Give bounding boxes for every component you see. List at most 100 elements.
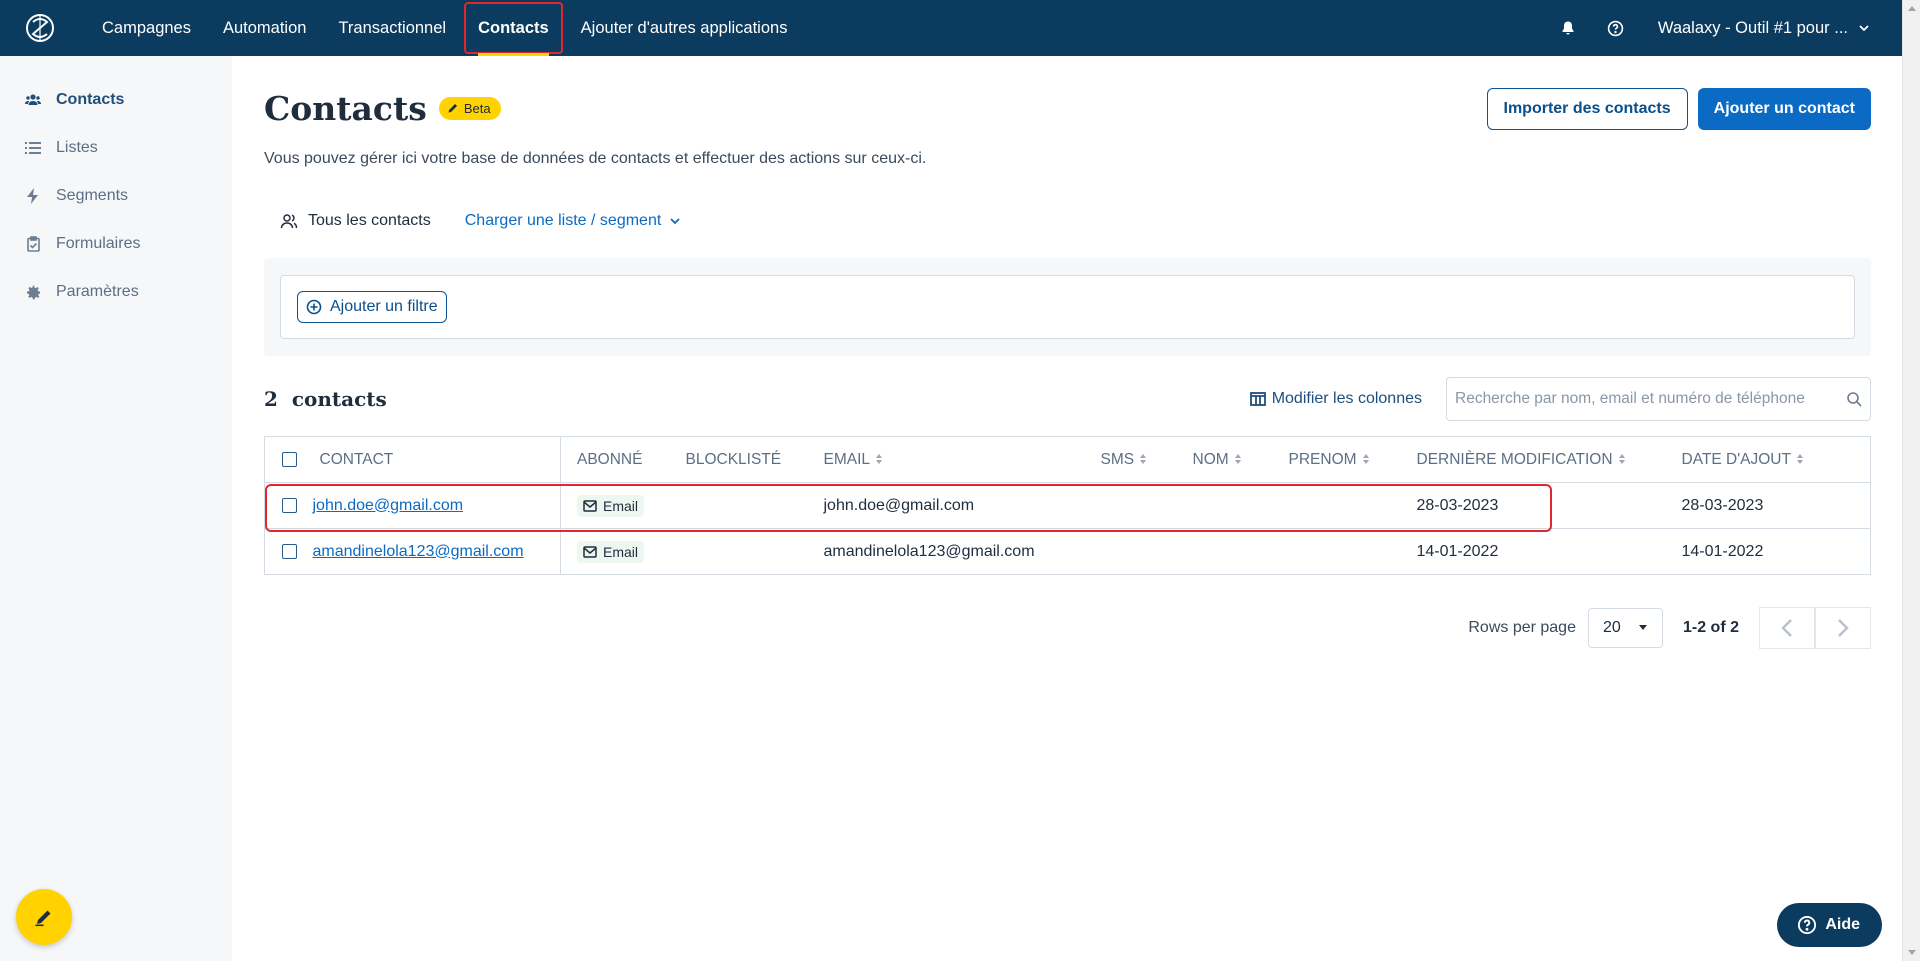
filter-panel: Ajouter un filtre	[264, 258, 1871, 356]
sort-icon	[1362, 454, 1369, 465]
help-circle-icon	[1798, 915, 1817, 935]
sms-cell	[1100, 482, 1193, 529]
contact-link[interactable]: amandinelola123@gmail.com	[313, 543, 524, 560]
import-contacts-button[interactable]: Importer des contacts	[1486, 88, 1688, 130]
col-nom-label: NOM	[1192, 450, 1229, 468]
account-menu[interactable]: Waalaxy - Outil #1 pour ...	[1658, 19, 1870, 38]
help-circle-icon[interactable]	[1606, 18, 1626, 38]
col-blockliste[interactable]: BLOCKLISTÉ	[685, 436, 824, 483]
col-abonne[interactable]: ABONNÉ	[560, 436, 686, 483]
sort-icon	[1234, 454, 1241, 465]
blockliste-cell	[685, 528, 824, 575]
subscribed-label: Email	[603, 497, 639, 514]
page-range: 1-2 of 2	[1682, 619, 1739, 636]
col-email[interactable]: EMAIL	[823, 436, 1101, 483]
users-outline-icon	[280, 214, 298, 229]
edit-fab-button[interactable]	[16, 889, 72, 945]
chevron-left-icon	[1781, 619, 1792, 637]
sidebar-item-formulaires[interactable]: Formulaires	[0, 220, 232, 268]
rows-per-page-select[interactable]: 20	[1587, 608, 1663, 648]
add-contact-button[interactable]: Ajouter un contact	[1697, 88, 1871, 130]
nav-transactionnel[interactable]: Transactionnel	[322, 0, 462, 56]
search-icon[interactable]	[1846, 391, 1862, 407]
col-date-ajout[interactable]: DATE D'AJOUT	[1681, 436, 1871, 483]
brevo-logo-icon[interactable]	[20, 8, 60, 48]
load-list-segment-dropdown[interactable]: Charger une liste / segment	[447, 212, 700, 230]
rows-per-page-label: Rows per page	[1468, 619, 1576, 636]
subscribed-label: Email	[603, 543, 639, 560]
users-icon	[24, 91, 42, 109]
search-input[interactable]	[1455, 390, 1846, 408]
help-label: Aide	[1825, 916, 1860, 933]
main-content: Contacts Beta Importer des contacts Ajou…	[264, 56, 1871, 649]
contact-source-tabs: Tous les contacts Charger une liste / se…	[264, 201, 1871, 241]
modify-columns-label: Modifier les colonnes	[1271, 390, 1422, 407]
add-filter-button[interactable]: Ajouter un filtre	[297, 291, 447, 323]
col-sms[interactable]: SMS	[1100, 436, 1193, 483]
nav-automation[interactable]: Automation	[207, 0, 322, 56]
page-nav	[1759, 607, 1871, 649]
row-checkbox[interactable]	[282, 543, 297, 559]
sort-icon	[1796, 454, 1803, 465]
table-row[interactable]: amandinelola123@gmail.com Email amandine…	[264, 528, 1871, 575]
caret-down-icon	[1638, 625, 1647, 630]
prenom-cell	[1288, 482, 1417, 529]
sidebar-item-label: Listes	[56, 139, 98, 156]
nav-add-apps[interactable]: Ajouter d'autres applications	[565, 0, 804, 56]
abonne-cell: Email	[560, 528, 686, 575]
next-page-button[interactable]	[1815, 607, 1871, 649]
prenom-cell	[1288, 528, 1417, 575]
scroll-down-arrow[interactable]	[1908, 950, 1916, 955]
nav-contacts[interactable]: Contacts	[462, 0, 565, 56]
sidebar-item-segments[interactable]: Segments	[0, 172, 232, 220]
col-added-label: DATE D'AJOUT	[1681, 450, 1791, 468]
pencil-icon	[35, 910, 51, 927]
select-all-checkbox[interactable]	[282, 451, 297, 467]
prev-page-button[interactable]	[1759, 607, 1815, 649]
help-button[interactable]: Aide	[1777, 903, 1882, 947]
col-nom[interactable]: NOM	[1192, 436, 1289, 483]
gear-icon	[24, 283, 42, 301]
bell-icon[interactable]	[1558, 18, 1578, 38]
filter-area: Ajouter un filtre	[280, 275, 1855, 339]
contact-link[interactable]: john.doe@gmail.com	[313, 497, 464, 514]
columns-icon	[1249, 392, 1266, 406]
col-email-label: EMAIL	[823, 450, 871, 468]
contact-cell: amandinelola123@gmail.com	[304, 528, 561, 575]
table-row[interactable]: john.doe@gmail.com Email john.doe@gmail.…	[264, 482, 1871, 529]
sidebar-item-listes[interactable]: Listes	[0, 124, 232, 172]
nav-campagnes[interactable]: Campagnes	[86, 0, 207, 56]
sidebar-item-parametres[interactable]: Paramètres	[0, 268, 232, 316]
contact-count-number: 2	[264, 387, 278, 411]
vertical-scrollbar[interactable]	[1902, 0, 1920, 961]
add-filter-label: Ajouter un filtre	[330, 298, 438, 315]
tab-all-contacts[interactable]: Tous les contacts	[264, 212, 447, 230]
row-select-cell	[264, 482, 305, 529]
contact-count-label: contacts	[291, 387, 387, 411]
chevron-down-icon	[670, 218, 680, 225]
sort-icon	[1618, 454, 1625, 465]
account-name: Waalaxy - Outil #1 pour ...	[1657, 18, 1848, 37]
chevron-right-icon	[1838, 619, 1849, 637]
scroll-up-arrow[interactable]	[1908, 6, 1916, 11]
abonne-cell: Email	[560, 482, 686, 529]
col-contact[interactable]: CONTACT	[304, 436, 561, 483]
email-cell: john.doe@gmail.com	[823, 482, 1101, 529]
row-checkbox[interactable]	[282, 497, 297, 513]
title-row: Contacts Beta Importer des contacts Ajou…	[264, 56, 1871, 160]
sidebar-item-contacts[interactable]: Contacts	[0, 76, 232, 124]
contacts-table: CONTACT ABONNÉ BLOCKLISTÉ EMAIL SMS NOM …	[264, 436, 1871, 575]
beta-badge: Beta	[438, 96, 501, 120]
top-navigation: Campagnes Automation Transactionnel Cont…	[0, 0, 1902, 56]
subscribed-badge: Email	[577, 494, 645, 517]
tab-all-contacts-label: Tous les contacts	[308, 212, 431, 229]
col-derniere-modification[interactable]: DERNIÈRE MODIFICATION	[1416, 436, 1682, 483]
sidebar-item-label: Formulaires	[56, 235, 141, 252]
contact-count: 2 contacts	[264, 387, 387, 411]
sidebar-item-label: Segments	[56, 187, 129, 204]
modify-columns-button[interactable]: Modifier les colonnes	[1249, 390, 1422, 408]
pencil-icon	[448, 104, 457, 113]
select-all-cell	[264, 436, 305, 483]
col-prenom[interactable]: PRENOM	[1288, 436, 1417, 483]
sidebar-item-label: Contacts	[56, 91, 125, 108]
